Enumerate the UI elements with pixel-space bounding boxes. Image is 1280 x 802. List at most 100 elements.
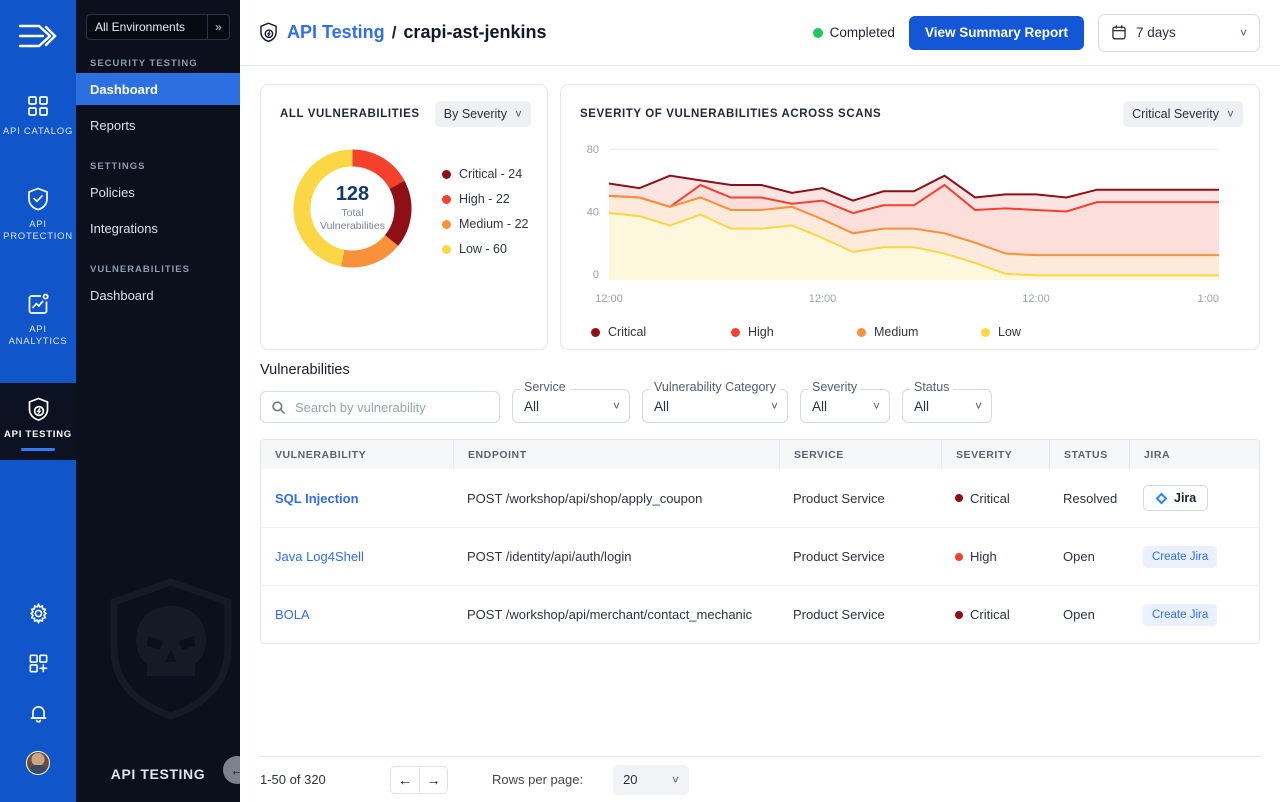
x-axis-tick-label: 12:00 — [1022, 293, 1050, 305]
rail-item-api-protection[interactable]: API PROTECTION — [0, 173, 76, 252]
grid-squares-icon — [2, 91, 74, 121]
vulnerabilities-table: VULNERABILITY ENDPOINT SERVICE SEVERITY … — [260, 439, 1260, 644]
all-vulnerabilities-card: ALL VULNERABILITIES By Severity ˅ 128 To… — [260, 84, 548, 350]
environment-selector[interactable]: All Environments » — [86, 14, 230, 40]
table-row[interactable]: Java Log4ShellPOST /identity/api/auth/lo… — [261, 527, 1259, 585]
add-app-icon[interactable] — [0, 638, 76, 688]
calendar-icon — [1111, 24, 1127, 41]
sidebar-item-policies[interactable]: Policies — [76, 176, 240, 208]
sidebar-item-label: Reports — [90, 118, 136, 133]
sidebar-item-reports[interactable]: Reports — [76, 109, 240, 141]
chevron-double-right-icon[interactable]: » — [207, 15, 229, 39]
donut-slice-critical[interactable] — [392, 185, 403, 241]
x-axis-tick-label: 12:00 — [595, 293, 623, 305]
donut-slice-low[interactable] — [302, 158, 352, 258]
legend-label: Low — [998, 325, 1021, 339]
donut-body: 128 Total Vulnerabilities Critical - 24H… — [261, 127, 547, 276]
legend-item: Medium - 22 — [442, 217, 528, 231]
rail-item-api-catalog[interactable]: API CATALOG — [0, 80, 76, 147]
create-jira-button[interactable]: Create Jira — [1143, 546, 1217, 568]
sidebar-item-label: Dashboard — [90, 82, 158, 97]
rail-items: API CATALOG API PROTECTION — [0, 80, 76, 460]
traceable-logo-icon[interactable] — [16, 14, 60, 58]
legend-label: Medium - 22 — [459, 217, 528, 231]
cell-jira: Jira — [1129, 485, 1255, 511]
legend-item: Low - 60 — [442, 242, 528, 256]
filter-category-select[interactable]: All ˅ — [642, 389, 788, 423]
table-row[interactable]: BOLAPOST /workshop/api/merchant/contact_… — [261, 585, 1259, 643]
table-row[interactable]: SQL Injection POST /workshop/api/shop/app… — [261, 469, 1259, 527]
cell-severity: Critical — [941, 607, 1049, 622]
jira-icon — [1155, 492, 1168, 505]
avatar[interactable] — [0, 738, 76, 788]
legend-item: High — [731, 325, 857, 339]
previous-page-button[interactable]: ← — [391, 767, 419, 793]
filter-bar: Service All ˅ Vulnerability Category All… — [260, 389, 1260, 423]
filter-service-select[interactable]: All ˅ — [512, 389, 630, 423]
rows-per-page-select[interactable]: 20 ˅ — [613, 765, 689, 795]
sidebar-item-integrations[interactable]: Integrations — [76, 212, 240, 244]
filter-label: Service — [520, 380, 570, 394]
vulnerability-link[interactable]: Java Log4Shell — [275, 549, 364, 564]
cell-vulnerability: SQL Injection — [261, 491, 453, 506]
gear-icon[interactable] — [0, 588, 76, 638]
bell-icon[interactable] — [0, 688, 76, 738]
sidebar-group-title-settings: SETTINGS — [76, 161, 240, 172]
cell-jira: Create Jira — [1129, 604, 1255, 626]
topbar: API Testing / crapi-ast-jenkins Complete… — [240, 0, 1280, 66]
filter-severity-select[interactable]: All ˅ — [800, 389, 890, 423]
area-chart: 0408012:0012:0012:001:00 — [561, 127, 1259, 318]
rail-item-api-analytics[interactable]: API ANALYTICS — [0, 278, 76, 357]
sidebar-group-title-security-testing: SECURITY TESTING — [76, 58, 240, 69]
filter-value: All — [812, 399, 873, 414]
search-input-wrapper[interactable] — [260, 391, 500, 423]
legend-label: Critical — [608, 325, 646, 339]
filter-label: Severity — [808, 380, 861, 394]
legend-dot — [731, 328, 740, 337]
donut-legend: Critical - 24High - 22Medium - 22Low - 6… — [442, 167, 528, 267]
create-jira-button[interactable]: Create Jira — [1143, 604, 1217, 626]
legend-item: Critical — [591, 325, 731, 339]
sidebar-item-dashboard-vulnerabilities[interactable]: Dashboard — [76, 279, 240, 311]
legend-item: High - 22 — [442, 192, 528, 206]
column-header-severity: SEVERITY — [941, 440, 1049, 469]
sidebar-item-dashboard-security[interactable]: Dashboard — [76, 73, 240, 105]
y-axis-tick-label: 40 — [587, 207, 599, 219]
sidebar: All Environments » SECURITY TESTING Dash… — [76, 0, 240, 802]
search-input[interactable] — [295, 400, 489, 415]
card-title: SEVERITY OF VULNERABILITIES ACROSS SCANS — [580, 108, 881, 120]
card-title: ALL VULNERABILITIES — [280, 108, 420, 120]
filter-label: Vulnerability Category — [650, 380, 780, 394]
rail-item-api-testing[interactable]: API TESTING — [0, 383, 76, 460]
date-range-selector[interactable]: 7 days ˅ — [1098, 14, 1260, 52]
severity-filter-select[interactable]: Critical Severity ˅ — [1123, 101, 1243, 127]
donut-slice-high[interactable] — [353, 158, 398, 185]
sidebar-item-label: Integrations — [90, 221, 158, 236]
section-title: Vulnerabilities — [260, 362, 1260, 378]
legend-label: High - 22 — [459, 192, 510, 206]
cell-endpoint: POST /workshop/api/shop/apply_coupon — [453, 491, 779, 506]
sidebar-footer-title: API TESTING — [76, 766, 240, 782]
donut-slice-medium[interactable] — [343, 241, 392, 259]
chevron-down-icon: ˅ — [975, 399, 982, 413]
vulnerability-link[interactable]: BOLA — [275, 607, 310, 622]
legend-dot — [442, 170, 451, 179]
main-content: API Testing / crapi-ast-jenkins Complete… — [240, 0, 1280, 802]
group-by-severity-select[interactable]: By Severity ˅ — [435, 101, 531, 127]
breadcrumb-link-api-testing[interactable]: API Testing — [287, 22, 385, 43]
vulnerability-link[interactable]: SQL Injection — [275, 491, 359, 506]
table-header: VULNERABILITY ENDPOINT SERVICE SEVERITY … — [261, 440, 1259, 469]
active-underline — [21, 448, 55, 451]
view-summary-report-button[interactable]: View Summary Report — [909, 16, 1084, 50]
next-page-button[interactable]: → — [419, 767, 447, 793]
column-header-service: SERVICE — [779, 440, 941, 469]
filter-value: All — [914, 399, 975, 414]
legend-label: High — [748, 325, 774, 339]
vulnerabilities-section: Vulnerabilities Service All ˅ — [240, 350, 1280, 423]
filter-status-select[interactable]: All ˅ — [902, 389, 992, 423]
jira-link-button[interactable]: Jira — [1143, 485, 1208, 511]
breadcrumb: API Testing / crapi-ast-jenkins — [258, 21, 546, 45]
chevron-down-icon: ˅ — [1240, 26, 1247, 40]
product-rail: API CATALOG API PROTECTION — [0, 0, 76, 802]
severity-label: Critical — [970, 491, 1010, 506]
